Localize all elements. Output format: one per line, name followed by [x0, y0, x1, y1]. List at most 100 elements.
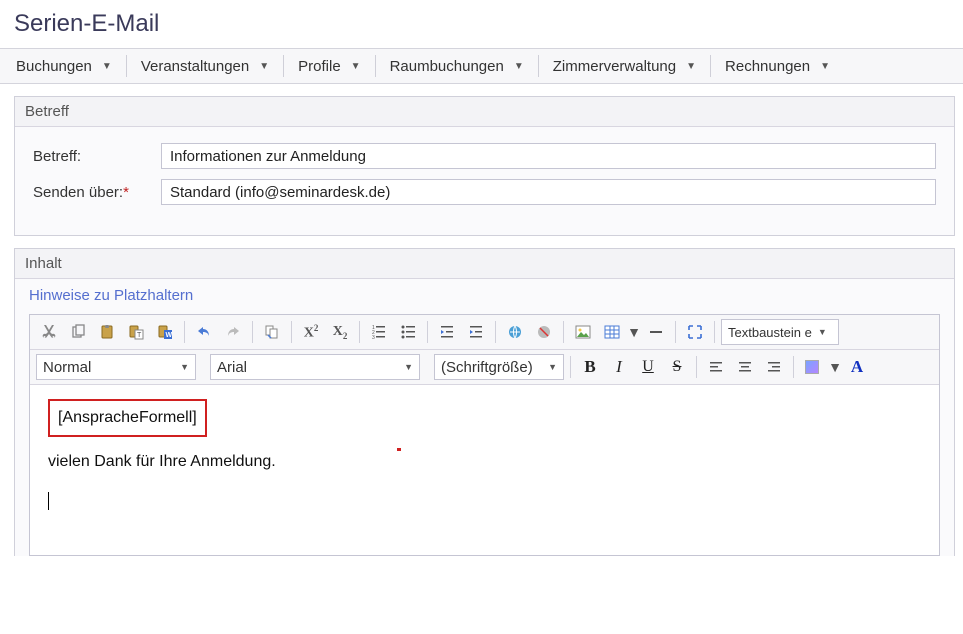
dropdown-caret-icon: ▼ — [404, 362, 413, 372]
menu-label: Profile — [298, 58, 341, 75]
menu-label: Raumbuchungen — [390, 58, 504, 75]
format-dropdown[interactable]: Normal ▼ — [36, 354, 196, 380]
svg-text:3: 3 — [372, 335, 375, 340]
menu-separator — [538, 55, 539, 77]
link-placeholder-hints[interactable]: Hinweise zu Platzhaltern — [15, 279, 207, 314]
underline-button[interactable]: U — [635, 354, 661, 380]
font-value: Arial — [217, 359, 247, 376]
input-sender[interactable] — [161, 179, 936, 205]
spelling-marker-icon — [397, 448, 401, 451]
align-right-icon[interactable] — [761, 354, 787, 380]
menu-label: Rechnungen — [725, 58, 810, 75]
input-betreff[interactable] — [161, 143, 936, 169]
unlink-icon[interactable] — [531, 319, 557, 345]
section-header-betreff: Betreff — [15, 97, 954, 127]
horizontal-rule-icon[interactable] — [643, 319, 669, 345]
label-sender-text: Senden über: — [33, 184, 123, 201]
menu-separator — [126, 55, 127, 77]
menu-buchungen[interactable]: Buchungen ▼ — [6, 53, 122, 80]
field-row-sender: Senden über:* — [33, 179, 936, 205]
toolbar-separator — [252, 321, 253, 343]
textbaustein-dropdown[interactable]: Textbaustein e ▼ — [721, 319, 839, 345]
toolbar-separator — [675, 321, 676, 343]
menu-label: Veranstaltungen — [141, 58, 249, 75]
menu-rechnungen[interactable]: Rechnungen ▼ — [715, 53, 840, 80]
menu-veranstaltungen[interactable]: Veranstaltungen ▼ — [131, 53, 279, 80]
dropdown-caret-icon: ▼ — [548, 362, 557, 372]
redo-icon[interactable] — [220, 319, 246, 345]
table-dropdown-icon[interactable]: ▼ — [628, 319, 640, 345]
text-caret-icon — [48, 492, 49, 510]
menu-label: Zimmerverwaltung — [553, 58, 676, 75]
toolbar-separator — [359, 321, 360, 343]
superscript-icon[interactable]: X2 — [298, 319, 324, 345]
copy-icon[interactable] — [65, 319, 91, 345]
section-betreff: Betreff Betreff: Senden über:* — [14, 96, 955, 236]
section-header-inhalt: Inhalt — [15, 249, 954, 279]
paste-icon[interactable] — [94, 319, 120, 345]
undo-icon[interactable] — [191, 319, 217, 345]
bullet-list-icon[interactable] — [395, 319, 421, 345]
menu-label: Buchungen — [16, 58, 92, 75]
dropdown-caret-icon: ▼ — [351, 61, 361, 72]
editor-line: vielen Dank für Ihre Anmeldung. — [48, 449, 921, 475]
editor-toolbar-row2: Normal ▼ Arial ▼ (Schriftgröße) ▼ B I U … — [30, 350, 939, 385]
textbaustein-label: Textbaustein e — [728, 325, 812, 340]
maximize-icon[interactable] — [682, 319, 708, 345]
dropdown-caret-icon: ▼ — [102, 61, 112, 72]
toolbar-separator — [427, 321, 428, 343]
placeholder-tag-ansprache: [AnspracheFormell] — [48, 399, 207, 437]
svg-text:T: T — [137, 332, 142, 339]
find-replace-icon[interactable] — [259, 319, 285, 345]
main-menubar: Buchungen ▼ Veranstaltungen ▼ Profile ▼ … — [0, 48, 963, 84]
cut-icon[interactable] — [36, 319, 62, 345]
toolbar-separator — [184, 321, 185, 343]
label-betreff: Betreff: — [33, 148, 161, 165]
menu-raumbuchungen[interactable]: Raumbuchungen ▼ — [380, 53, 534, 80]
bgcolor-dropdown-icon[interactable]: ▼ — [829, 354, 841, 380]
fontsize-value: (Schriftgröße) — [441, 359, 533, 376]
toolbar-separator — [563, 321, 564, 343]
link-icon[interactable] — [502, 319, 528, 345]
font-dropdown[interactable]: Arial ▼ — [210, 354, 420, 380]
toolbar-separator — [291, 321, 292, 343]
dropdown-caret-icon: ▼ — [514, 61, 524, 72]
text-color-button[interactable]: A — [844, 354, 870, 380]
paste-text-icon[interactable]: T — [123, 319, 149, 345]
bold-button[interactable]: B — [577, 354, 603, 380]
outdent-icon[interactable] — [434, 319, 460, 345]
menu-separator — [283, 55, 284, 77]
dropdown-caret-icon: ▼ — [180, 362, 189, 372]
subscript-icon[interactable]: X2 — [327, 319, 353, 345]
indent-icon[interactable] — [463, 319, 489, 345]
table-icon[interactable] — [599, 319, 625, 345]
rich-text-editor: T W X2 X2 123 — [29, 314, 940, 556]
strikethrough-button[interactable]: S — [664, 354, 690, 380]
fontsize-dropdown[interactable]: (Schriftgröße) ▼ — [434, 354, 564, 380]
editor-toolbar-row1: T W X2 X2 123 — [30, 315, 939, 350]
italic-button[interactable]: I — [606, 354, 632, 380]
background-color-button[interactable] — [800, 354, 826, 380]
menu-profile[interactable]: Profile ▼ — [288, 53, 370, 80]
numbered-list-icon[interactable]: 123 — [366, 319, 392, 345]
svg-text:W: W — [166, 332, 173, 339]
editor-content-area[interactable]: [AnspracheFormell] vielen Dank für Ihre … — [30, 385, 939, 555]
page-title: Serien-E-Mail — [0, 0, 963, 48]
toolbar-separator — [495, 321, 496, 343]
toolbar-separator — [570, 356, 571, 378]
align-left-icon[interactable] — [703, 354, 729, 380]
menu-separator — [375, 55, 376, 77]
toolbar-separator — [696, 356, 697, 378]
section-inhalt: Inhalt Hinweise zu Platzhaltern T W — [14, 248, 955, 556]
paste-word-icon[interactable]: W — [152, 319, 178, 345]
dropdown-caret-icon: ▼ — [259, 61, 269, 72]
toolbar-separator — [714, 321, 715, 343]
menu-zimmerverwaltung[interactable]: Zimmerverwaltung ▼ — [543, 53, 706, 80]
label-sender: Senden über:* — [33, 184, 161, 201]
align-center-icon[interactable] — [732, 354, 758, 380]
required-marker: * — [123, 184, 129, 201]
toolbar-separator — [793, 356, 794, 378]
format-value: Normal — [43, 359, 91, 376]
image-icon[interactable] — [570, 319, 596, 345]
dropdown-caret-icon: ▼ — [818, 327, 827, 337]
